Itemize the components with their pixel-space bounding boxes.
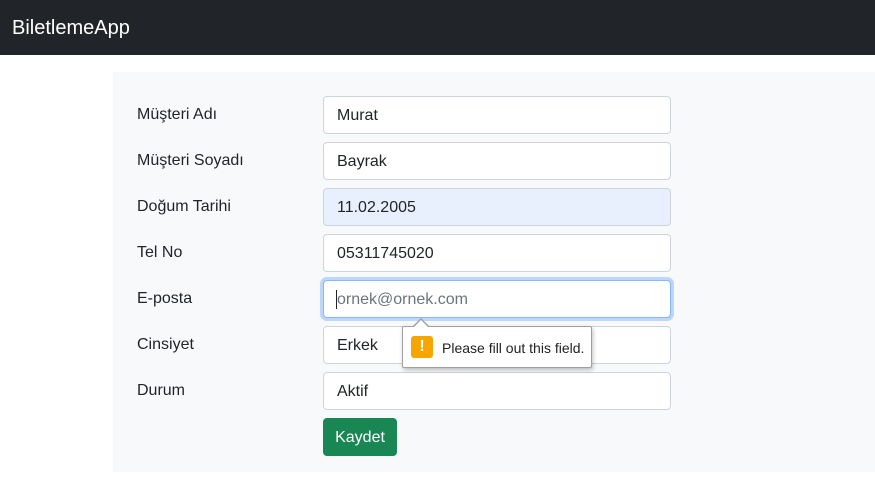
email-input[interactable]: ornek@ornek.com [323,280,671,318]
first-name-label: Müşteri Adı [137,106,218,123]
last-name-label: Müşteri Soyadı [137,152,244,169]
birth-date-input[interactable]: 11.02.2005 [323,188,671,226]
form-row-phone: Tel No 05311745020 [113,234,875,272]
last-name-input[interactable]: Bayrak [323,142,671,180]
form-row-first-name: Müşteri Adı Murat [113,96,875,134]
form-row-email: E-posta ornek@ornek.com [113,280,875,318]
form-row-birth-date: Doğum Tarihi 11.02.2005 [113,188,875,226]
first-name-value: Murat [337,107,378,124]
status-value: Aktif [337,383,369,400]
email-placeholder: ornek@ornek.com [337,291,468,308]
gender-label: Cinsiyet [137,336,194,353]
validation-message: Please fill out this field. [442,340,585,356]
warning-icon: ! [411,336,433,358]
navbar: BiletlemeApp [0,0,875,55]
customer-form: Müşteri Adı Murat Müşteri Soyadı Bayrak … [113,72,875,472]
status-label: Durum [137,382,186,399]
status-input[interactable]: Aktif [323,372,671,410]
gender-value: Erkek [337,337,378,354]
email-label: E-posta [137,290,193,307]
first-name-input[interactable]: Murat [323,96,671,134]
phone-value: 05311745020 [337,245,434,262]
validation-tooltip: ! Please fill out this field. [402,326,592,368]
form-row-last-name: Müşteri Soyadı Bayrak [113,142,875,180]
save-button[interactable]: Kaydet [323,418,397,456]
form-row-status: Durum Aktif [113,372,875,410]
birth-date-label: Doğum Tarihi [137,198,231,215]
phone-label: Tel No [137,244,183,261]
phone-input[interactable]: 05311745020 [323,234,671,272]
birth-date-value: 11.02.2005 [337,199,416,216]
last-name-value: Bayrak [337,153,387,170]
brand-link[interactable]: BiletlemeApp [12,15,130,41]
tooltip-arrow-fill [413,320,429,328]
